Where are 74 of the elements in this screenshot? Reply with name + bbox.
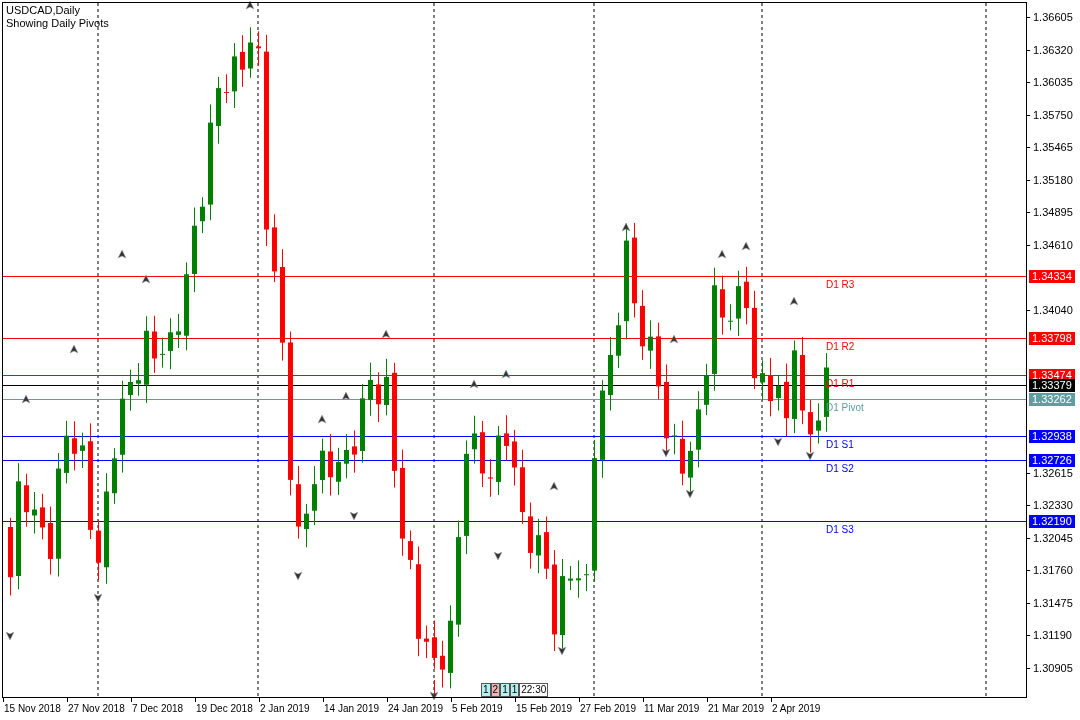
fractal-up-arrow-icon — [501, 369, 511, 379]
date-tick-label: 2 Apr 2019 — [772, 702, 821, 715]
date-tick-label: 11 Mar 2019 — [644, 702, 700, 715]
timer-cell: 22:30 — [519, 683, 549, 697]
chart-subtitle: Showing Daily Pivots — [6, 17, 109, 30]
price-level-label: 1.33798 — [1029, 332, 1075, 345]
chart-title: USDCAD,Daily — [6, 4, 81, 17]
date-tick-label: 5 Feb 2019 — [452, 702, 503, 715]
price-tick-label: 1.32045 — [1033, 532, 1073, 544]
price-level-label: 1.32726 — [1029, 454, 1075, 467]
pivot-level-label: D1 S2 — [826, 463, 854, 475]
price-level-label: 1.34334 — [1029, 270, 1075, 283]
pivot-level-label: D1 S1 — [826, 439, 854, 451]
pivot-level-label: D1 S3 — [826, 524, 854, 536]
date-tick-label: 24 Jan 2019 — [388, 702, 444, 715]
date-tick-label: 7 Dec 2018 — [132, 702, 184, 715]
price-tick-label: 1.32615 — [1033, 467, 1073, 479]
date-tick-label: 19 Dec 2018 — [196, 702, 253, 715]
price-tick-label: 1.36605 — [1033, 11, 1073, 23]
fractal-down-arrow-icon — [493, 551, 503, 561]
price-tick-label: 1.36035 — [1033, 76, 1073, 88]
fractal-up-arrow-icon — [741, 241, 751, 251]
time-marker-line — [434, 679, 435, 695]
price-tick-label: 1.35465 — [1033, 141, 1073, 153]
fractal-up-arrow-icon — [469, 379, 479, 389]
timer-cell: 1 — [500, 683, 510, 697]
price-tick-label: 1.32330 — [1033, 499, 1073, 511]
price-tick-label: 1.34040 — [1033, 304, 1073, 316]
fractal-up-arrow-icon — [669, 334, 679, 344]
fractal-down-arrow-icon — [5, 631, 15, 641]
fractal-up-arrow-icon — [381, 329, 391, 339]
price-tick-label: 1.31475 — [1033, 597, 1073, 609]
fractal-down-arrow-icon — [349, 511, 359, 521]
fractal-up-arrow-icon — [21, 394, 31, 404]
price-tick-label: 1.34895 — [1033, 206, 1073, 218]
price-level-label: 1.32190 — [1029, 515, 1075, 528]
fractal-down-arrow-icon — [557, 646, 567, 656]
date-tick-label: 15 Feb 2019 — [516, 702, 573, 715]
fractal-down-arrow-icon — [93, 593, 103, 603]
fractal-up-arrow-icon — [141, 274, 151, 284]
price-level-label: 1.32938 — [1029, 430, 1075, 443]
date-tick-label: 2 Jan 2019 — [260, 702, 310, 715]
fractal-up-arrow-icon — [317, 414, 327, 424]
price-level-label: 1.33262 — [1029, 393, 1075, 406]
timer-cell: 1 — [481, 683, 491, 697]
fractal-up-arrow-icon — [245, 0, 255, 10]
fractal-down-arrow-icon — [661, 448, 671, 458]
fractal-down-arrow-icon — [805, 451, 815, 461]
date-tick-label: 21 Mar 2019 — [708, 702, 765, 715]
price-tick-label: 1.31760 — [1033, 564, 1073, 576]
date-tick-label: 15 Nov 2018 — [4, 702, 61, 715]
pivot-level-label: D1 R3 — [826, 279, 855, 291]
fractal-up-arrow-icon — [69, 344, 79, 354]
date-tick-label: 27 Feb 2019 — [580, 702, 637, 715]
date-tick-label: 14 Jan 2019 — [324, 702, 380, 715]
fractal-up-arrow-icon — [549, 481, 559, 491]
fractal-up-arrow-icon — [789, 296, 799, 306]
fractal-down-arrow-icon — [685, 489, 695, 499]
fractal-up-arrow-icon — [717, 249, 727, 259]
fractal-up-arrow-icon — [341, 391, 351, 401]
fractal-down-arrow-icon — [293, 571, 303, 581]
fractal-down-arrow-icon — [429, 691, 439, 701]
price-tick-label: 1.31190 — [1033, 629, 1072, 641]
price-tick-label: 1.35180 — [1033, 174, 1073, 186]
price-level-label: 1.33379 — [1029, 379, 1075, 392]
fractal-up-arrow-icon — [621, 222, 631, 232]
fractal-down-arrow-icon — [773, 437, 783, 447]
pivot-level-label: D1 R2 — [826, 341, 855, 353]
price-tick-label: 1.35750 — [1033, 109, 1073, 121]
date-tick-label: 27 Nov 2018 — [68, 702, 125, 715]
price-tick-label: 1.30905 — [1033, 662, 1073, 674]
fractal-up-arrow-icon — [117, 249, 127, 259]
price-tick-label: 1.34610 — [1033, 239, 1073, 251]
price-tick-label: 1.36320 — [1033, 44, 1073, 56]
